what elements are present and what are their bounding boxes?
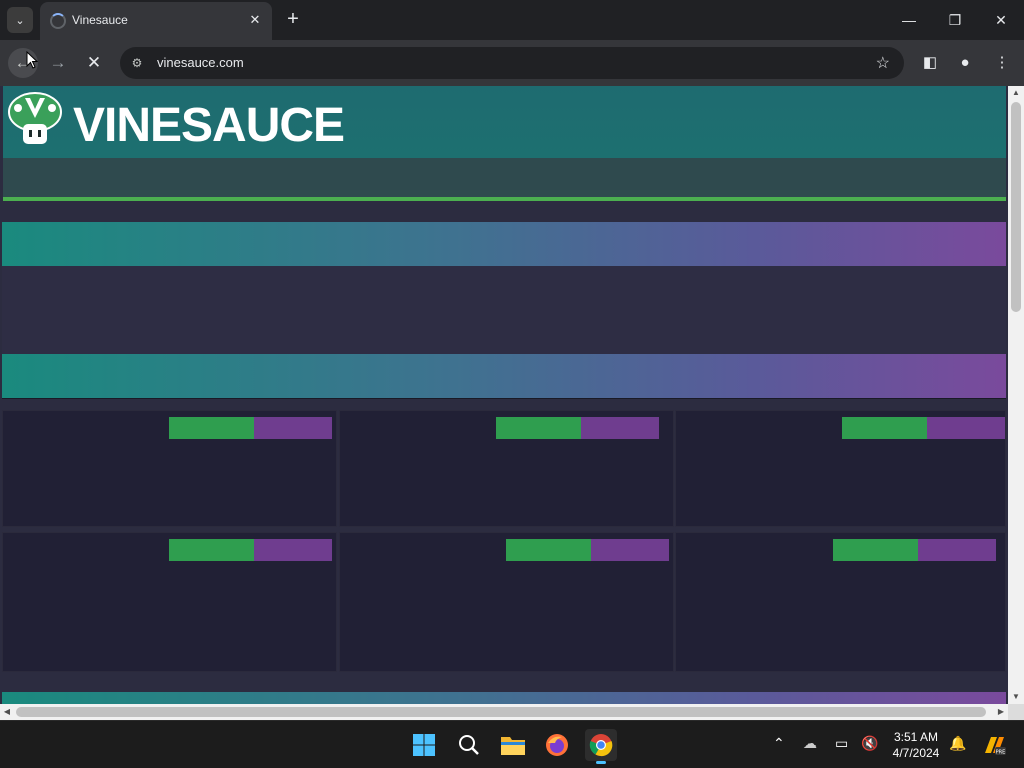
horizontal-scroll-thumb[interactable] — [16, 707, 986, 717]
nav-bar — [3, 158, 1006, 198]
page-viewport: VINESAUCE — [0, 86, 1008, 704]
clock-time: 3:51 AM — [893, 730, 939, 744]
chevron-up-icon[interactable]: ⌃ — [773, 735, 785, 752]
onedrive-icon[interactable]: ☁ — [803, 735, 817, 752]
svg-text:PRE: PRE — [996, 750, 1006, 756]
star-icon[interactable]: ☆ — [876, 53, 890, 73]
file-explorer-icon[interactable] — [497, 729, 529, 761]
more-menu-icon[interactable]: ⋮ — [990, 51, 1014, 75]
scroll-left-icon[interactable]: ◀ — [0, 704, 14, 720]
browser-toolbar: ← → ✕ ⚙ vinesauce.com ☆ ◧ ● ⋮ — [0, 40, 1024, 86]
system-clock[interactable]: 3:51 AM 4/7/2024 — [888, 729, 944, 761]
card-status-badge — [842, 417, 1005, 439]
active-app-indicator — [596, 761, 606, 764]
tab-vinesauce[interactable]: Vinesauce ✕ — [40, 2, 272, 40]
minimize-icon[interactable]: — — [886, 0, 932, 40]
browser-tab-bar: ⌄ Vinesauce ✕ + — ❐ ✕ — [0, 0, 1024, 40]
stream-card[interactable] — [339, 410, 674, 527]
notification-bell-icon[interactable]: 🔔 — [949, 735, 966, 752]
firefox-icon[interactable] — [541, 729, 573, 761]
stream-card[interactable] — [2, 532, 337, 672]
scroll-up-icon[interactable]: ▲ — [1008, 86, 1024, 100]
side-panel-icon[interactable]: ◧ — [918, 51, 942, 75]
windows-taskbar: ⌃ ☁ ▭ 🔇 3:51 AM 4/7/2024 🔔 PRE — [0, 720, 1024, 768]
loading-spinner-icon — [50, 13, 66, 29]
stream-card[interactable] — [339, 532, 674, 672]
profile-icon[interactable]: ● — [953, 51, 977, 75]
card-status-badge — [496, 417, 659, 439]
site-info-icon[interactable]: ⚙ — [128, 54, 146, 72]
section-banner — [2, 222, 1006, 266]
close-window-icon[interactable]: ✕ — [978, 0, 1024, 40]
card-status-badge — [169, 417, 332, 439]
horizontal-scrollbar[interactable]: ◀ ▶ — [0, 704, 1008, 720]
search-icon[interactable] — [453, 729, 485, 761]
scrollbar-corner — [1008, 704, 1024, 720]
forward-arrow-icon[interactable]: → — [43, 48, 73, 78]
restore-icon[interactable]: ❐ — [932, 0, 978, 40]
section-banner — [2, 354, 1006, 398]
site-header: VINESAUCE — [3, 86, 1006, 158]
close-icon[interactable]: ✕ — [246, 11, 264, 29]
stream-card[interactable] — [675, 410, 1006, 527]
network-icon[interactable]: ▭ — [835, 735, 848, 752]
volume-muted-icon[interactable]: 🔇 — [861, 735, 878, 752]
card-status-badge — [506, 539, 669, 561]
stream-card[interactable] — [2, 410, 337, 527]
nav-divider — [3, 197, 1006, 201]
mouse-cursor-icon — [26, 51, 38, 69]
stop-icon[interactable]: ✕ — [79, 48, 109, 78]
copilot-icon[interactable]: PRE — [978, 729, 1010, 761]
tab-title: Vinesauce — [72, 13, 128, 27]
url-text[interactable]: vinesauce.com — [157, 55, 244, 70]
plus-icon[interactable]: + — [281, 8, 305, 32]
clock-date: 4/7/2024 — [892, 746, 940, 760]
tab-list-icon[interactable]: ⌄ — [7, 7, 33, 33]
vertical-scrollbar[interactable]: ▲ ▼ — [1008, 86, 1024, 704]
stream-card[interactable] — [675, 532, 1006, 672]
address-bar[interactable]: ⚙ vinesauce.com ☆ — [120, 47, 904, 79]
chrome-icon[interactable] — [585, 729, 617, 764]
card-status-badge — [169, 539, 332, 561]
card-status-badge — [833, 539, 996, 561]
windows-start-icon[interactable] — [408, 729, 440, 761]
scroll-right-icon[interactable]: ▶ — [994, 704, 1008, 720]
vertical-scroll-thumb[interactable] — [1011, 102, 1021, 312]
section-content — [2, 266, 1006, 354]
brand-wordmark[interactable]: VINESAUCE — [73, 98, 345, 153]
scroll-down-icon[interactable]: ▼ — [1008, 690, 1024, 704]
section-banner — [2, 692, 1006, 704]
vinesauce-mushroom-logo[interactable] — [6, 88, 64, 146]
